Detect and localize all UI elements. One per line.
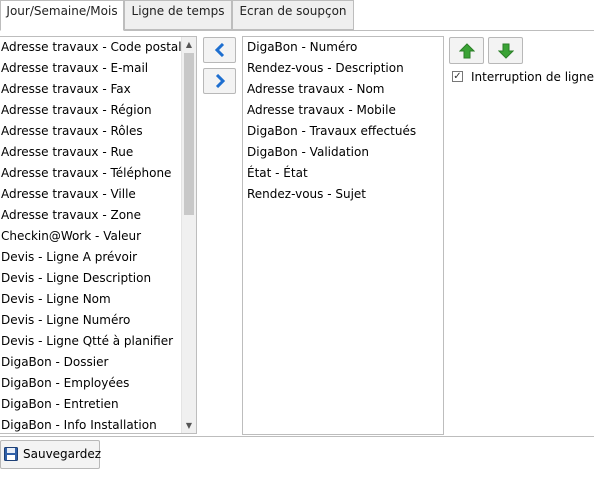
available-field-item[interactable]: DigaBon - Info Installation bbox=[0, 415, 182, 433]
tab-jour-semaine-mois[interactable]: Jour/Semaine/Mois bbox=[0, 0, 124, 31]
available-field-item[interactable]: Devis - Ligne A prévoir bbox=[0, 247, 182, 268]
tab-bar: Jour/Semaine/Mois Ligne de temps Ecran d… bbox=[0, 0, 594, 31]
available-field-item[interactable]: Adresse travaux - Ville bbox=[0, 184, 182, 205]
available-field-item[interactable]: Adresse travaux - Fax bbox=[0, 79, 182, 100]
available-field-item[interactable]: Adresse travaux - Rôles bbox=[0, 121, 182, 142]
chevron-left-icon bbox=[214, 42, 224, 58]
available-field-item[interactable]: DigaBon - Employées bbox=[0, 373, 182, 394]
selected-field-item[interactable]: État - État bbox=[243, 163, 443, 184]
available-field-item[interactable]: Devis - Ligne Nom bbox=[0, 289, 182, 310]
available-field-item[interactable]: Adresse travaux - Région bbox=[0, 100, 182, 121]
available-field-item[interactable]: Devis - Ligne Qtté à planifier bbox=[0, 331, 182, 352]
floppy-disk-icon bbox=[4, 447, 18, 461]
selected-field-item[interactable]: Rendez-vous - Sujet bbox=[243, 184, 443, 205]
save-button[interactable]: Sauvegardez bbox=[0, 440, 102, 469]
move-down-button[interactable] bbox=[488, 37, 523, 64]
line-break-label: Interruption de ligne en bbox=[471, 70, 594, 84]
available-field-item[interactable]: Adresse travaux - Zone bbox=[0, 205, 182, 226]
available-field-item[interactable]: Adresse travaux - Rue bbox=[0, 142, 182, 163]
selected-field-item[interactable]: Rendez-vous - Description bbox=[243, 58, 443, 79]
available-field-item[interactable]: DigaBon - Dossier bbox=[0, 352, 182, 373]
move-right-button[interactable] bbox=[203, 68, 236, 94]
save-button-label: Sauvegardez bbox=[23, 447, 102, 461]
green-arrow-up-icon bbox=[459, 43, 475, 59]
available-field-item[interactable]: Adresse travaux - E-mail bbox=[0, 58, 182, 79]
selected-field-item[interactable]: DigaBon - Numéro bbox=[243, 37, 443, 58]
available-field-item[interactable]: DigaBon - Entretien bbox=[0, 394, 182, 415]
selected-fields-list[interactable]: DigaBon - Numéro Rendez-vous - Descriptio… bbox=[242, 36, 444, 435]
tab-ligne-de-temps[interactable]: Ligne de temps bbox=[124, 0, 232, 30]
available-field-item[interactable]: Adresse travaux - Code postal bbox=[0, 37, 182, 58]
selected-field-item[interactable]: Adresse travaux - Mobile bbox=[243, 100, 443, 121]
scrollbar-thumb[interactable] bbox=[184, 53, 194, 215]
move-up-button[interactable] bbox=[449, 37, 484, 64]
selected-field-item[interactable]: Adresse travaux - Nom bbox=[243, 79, 443, 100]
available-fields-scrollbar[interactable]: ▲ ▼ bbox=[181, 37, 196, 433]
scroll-up-icon[interactable]: ▲ bbox=[182, 37, 196, 52]
line-break-checkbox[interactable]: ✓ bbox=[452, 71, 463, 82]
footer-divider bbox=[0, 436, 594, 437]
available-field-item[interactable]: Adresse travaux - Téléphone bbox=[0, 163, 182, 184]
scroll-down-icon[interactable]: ▼ bbox=[182, 418, 196, 433]
selected-field-item[interactable]: DigaBon - Travaux effectués bbox=[243, 121, 443, 142]
chevron-right-icon bbox=[215, 73, 225, 89]
available-field-item[interactable]: Devis - Ligne Numéro bbox=[0, 310, 182, 331]
available-fields-list[interactable]: Adresse travaux - Code postal Adresse tra… bbox=[0, 36, 197, 434]
move-left-button[interactable] bbox=[203, 37, 236, 63]
tab-ecran-de-soupcon[interactable]: Ecran de soupçon bbox=[232, 0, 354, 30]
available-field-item[interactable]: Checkin@Work - Valeur bbox=[0, 226, 182, 247]
available-field-item[interactable]: Devis - Ligne Description bbox=[0, 268, 182, 289]
green-arrow-down-icon bbox=[498, 43, 514, 59]
selected-field-item[interactable]: DigaBon - Validation bbox=[243, 142, 443, 163]
